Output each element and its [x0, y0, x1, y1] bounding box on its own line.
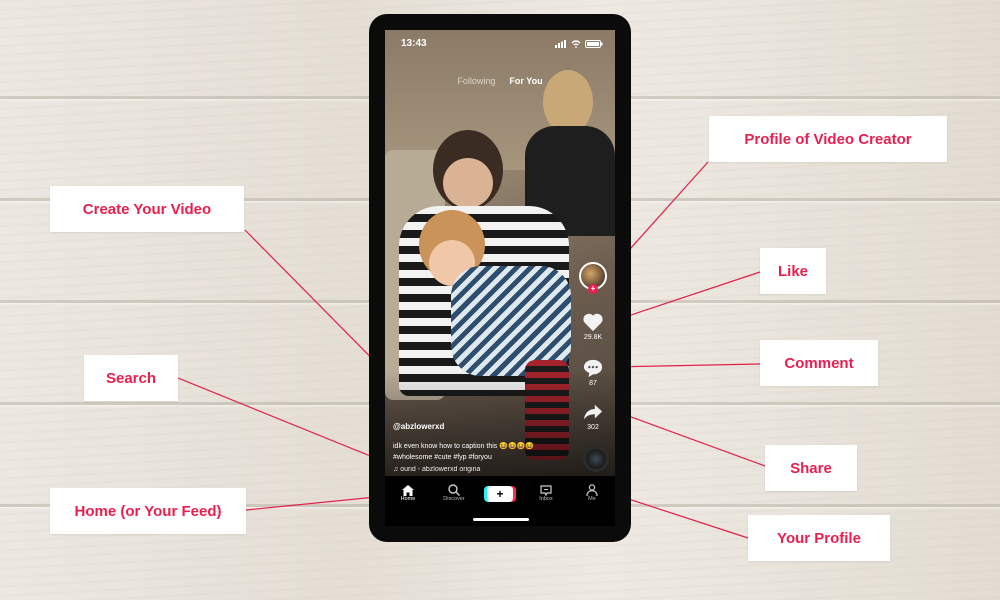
status-time: 13:43 — [401, 38, 427, 49]
nav-me[interactable]: Me — [572, 484, 612, 502]
creator-username[interactable]: @abzlowerxd — [393, 422, 563, 431]
signal-icon — [555, 39, 566, 48]
share-button[interactable]: 302 — [575, 402, 611, 431]
sound-name: ound - abzlowerxd origina — [400, 466, 481, 473]
comment-icon[interactable] — [582, 358, 604, 378]
tab-following[interactable]: Following — [457, 76, 495, 86]
nav-discover[interactable]: Discover — [434, 484, 474, 502]
share-count: 302 — [587, 424, 599, 431]
label-comment: Comment — [760, 340, 878, 386]
battery-icon — [585, 39, 603, 48]
video-caption: @abzlowerxd idk even know how to caption… — [393, 422, 563, 473]
label-home-or-your-feed: Home (or Your Feed) — [50, 488, 246, 534]
nav-home-label: Home — [400, 496, 416, 502]
plus-icon[interactable]: + — [487, 486, 513, 502]
inbox-icon[interactable] — [540, 484, 552, 496]
label-your-profile: Your Profile — [748, 515, 890, 561]
creator-profile-button[interactable]: + — [575, 262, 611, 294]
home-icon[interactable] — [402, 484, 414, 496]
label-create-your-video: Create Your Video — [50, 186, 244, 232]
status-icons — [555, 39, 603, 48]
caption-hashtags[interactable]: #wholesome #cute #fyp #foryou — [393, 452, 563, 463]
caption-line: idk even know how to caption this 😆😆😆😆 — [393, 443, 535, 450]
nav-inbox-label: Inbox — [539, 496, 553, 502]
person-icon[interactable] — [586, 484, 598, 496]
like-button[interactable]: 29.8K — [575, 312, 611, 341]
follow-plus-icon[interactable]: + — [588, 284, 598, 294]
phone-screen: 13:43 Following For You + 29.8K 87 302 @… — [385, 30, 615, 526]
wifi-icon — [571, 39, 581, 48]
search-icon[interactable] — [448, 484, 460, 496]
like-count: 29.8K — [583, 334, 603, 341]
label-share: Share — [765, 445, 857, 491]
nav-discover-label: Discover — [443, 496, 465, 502]
nav-inbox[interactable]: Inbox — [526, 484, 566, 502]
phone-frame: 13:43 Following For You + 29.8K 87 302 @… — [369, 14, 631, 542]
nav-home[interactable]: Home — [388, 484, 428, 502]
home-indicator — [473, 518, 529, 521]
sound-disc[interactable] — [583, 446, 609, 472]
feed-tabs: Following For You — [385, 76, 615, 86]
music-note-icon: ♫ — [393, 466, 399, 473]
nav-create[interactable]: + — [480, 484, 520, 502]
comment-button[interactable]: 87 — [575, 358, 611, 387]
share-icon[interactable] — [582, 402, 604, 422]
nav-me-label: Me — [588, 496, 596, 502]
comment-count: 87 — [589, 380, 597, 387]
caption-text: idk even know how to caption this 😆😆😆😆 #… — [393, 441, 563, 463]
label-profile-of-video-creator: Profile of Video Creator — [709, 116, 947, 162]
label-like: Like — [760, 248, 826, 294]
status-bar: 13:43 — [401, 38, 603, 49]
sound-info[interactable]: ♫ ound - abzlowerxd origina — [393, 466, 563, 473]
label-search: Search — [84, 355, 178, 401]
heart-icon[interactable] — [582, 312, 604, 332]
tab-for-you[interactable]: For You — [509, 76, 542, 86]
person-middle-face — [443, 158, 493, 208]
